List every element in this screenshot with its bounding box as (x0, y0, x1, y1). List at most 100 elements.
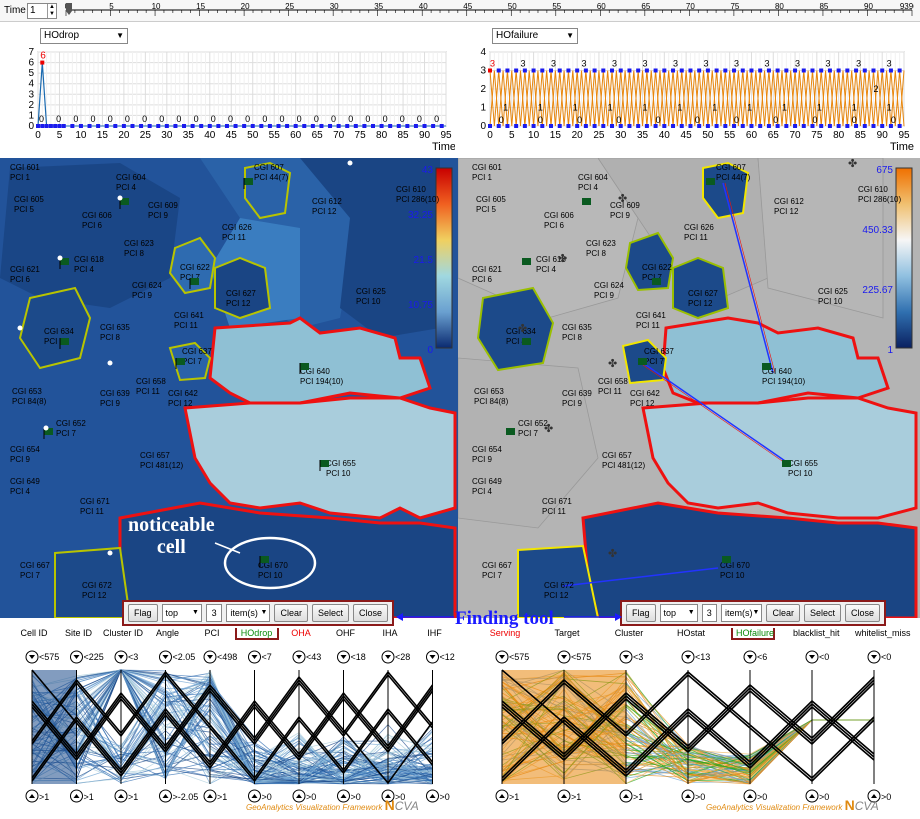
close-button[interactable]: Close (844, 604, 880, 622)
site-flag-icon[interactable] (582, 198, 591, 205)
site-flag-icon[interactable] (782, 460, 791, 467)
site-flag-icon[interactable] (722, 556, 731, 563)
count-input[interactable]: 3 (701, 604, 717, 622)
axis-name[interactable]: OHA (279, 628, 323, 638)
left-map[interactable]: 43 32.25 21.5 10.75 0 CGI 601 PCI 1 CGI 604 PCI… (0, 158, 458, 618)
site-flag-icon[interactable] (244, 178, 253, 185)
zero-label: 0 (245, 114, 250, 124)
data-marker (740, 124, 745, 128)
x-tick-label: 75 (811, 130, 823, 141)
count-input[interactable]: 3 (205, 604, 223, 622)
site-flag-icon[interactable] (762, 363, 771, 370)
close-button[interactable]: Close (352, 604, 388, 622)
zero-label: 0 (331, 114, 336, 124)
antenna-icon[interactable] (117, 195, 123, 201)
axis-min-label: >1 (217, 792, 227, 802)
data-marker (583, 68, 588, 73)
antenna-icon[interactable] (107, 360, 113, 366)
mode-value: top (165, 608, 179, 618)
site-flag-icon[interactable] (506, 428, 515, 435)
site-flag-icon[interactable] (638, 358, 647, 365)
site-flag-icon[interactable] (300, 363, 309, 370)
clear-button[interactable]: Clear (766, 604, 800, 622)
antenna-icon[interactable] (57, 255, 63, 261)
antenna-icon[interactable]: ✤ (618, 193, 627, 205)
x-tick-label: 70 (789, 130, 801, 141)
zero-label: 0 (125, 114, 130, 124)
axis-name[interactable]: PCI (190, 628, 234, 638)
antenna-icon[interactable]: ✤ (608, 548, 617, 560)
flag-button[interactable]: Flag (626, 604, 656, 622)
site-flag-icon[interactable] (522, 258, 531, 265)
data-marker (53, 124, 58, 128)
axis-name[interactable]: blacklist_hit (793, 628, 840, 638)
x-tick-label: 80 (833, 130, 845, 141)
time-thumb-icon[interactable] (66, 3, 72, 15)
right-parallel-coordinates[interactable]: <575>1<575>1<3>1<13>0<6>0<0>0<0>0 (462, 648, 920, 803)
left-parallel-coordinates[interactable]: <575 >1 <225 >1 <3 >1 <2.05 >-2.05 <498 >1 <7 >0 <43… (0, 648, 455, 803)
axis-name[interactable]: Cluster (607, 628, 651, 638)
x-tick-label: 5 (509, 130, 515, 141)
data-marker (557, 68, 562, 73)
axis-name[interactable]: Cluster ID (101, 628, 145, 638)
site-flag-icon[interactable] (522, 338, 531, 345)
axis-name[interactable]: IHA (368, 628, 412, 638)
site-flag-icon[interactable] (320, 460, 329, 467)
left-metric-dropdown[interactable]: HOdrop ▼ (40, 28, 128, 44)
antenna-icon[interactable]: ✤ (518, 323, 527, 335)
time-spinner[interactable]: 1 ▲ ▼ (27, 3, 57, 19)
antenna-icon[interactable]: ✤ (544, 423, 553, 435)
site-flag-icon[interactable] (652, 278, 661, 285)
mode-select[interactable]: top ▼ (659, 604, 698, 622)
brand-logo-n: N (384, 797, 395, 813)
site-flag-icon[interactable] (706, 178, 715, 185)
axis-name[interactable]: HOfailure (731, 628, 775, 640)
axis-name[interactable]: Angle (146, 628, 190, 638)
value-label: 0 (577, 115, 582, 125)
antenna-icon[interactable]: ✤ (848, 158, 857, 170)
antenna-icon[interactable] (17, 325, 23, 331)
zero-label: 0 (142, 114, 147, 124)
clear-button[interactable]: Clear (274, 604, 308, 622)
axis-name[interactable]: HOstat (669, 628, 713, 638)
site-flag-icon[interactable] (176, 358, 185, 365)
antenna-icon[interactable] (43, 425, 49, 431)
antenna-icon[interactable]: ✤ (608, 358, 617, 370)
axis-name[interactable]: HOdrop (234, 628, 279, 640)
data-marker (810, 68, 815, 73)
y-tick-label: 0 (28, 121, 34, 132)
data-marker (601, 68, 606, 73)
axis-name[interactable]: OHF (324, 628, 368, 638)
value-label: 1 (573, 103, 578, 113)
x-tick-label: 25 (593, 130, 605, 141)
select-button[interactable]: Select (311, 604, 349, 622)
time-ruler[interactable]: 0510152025303540455055606570758085909396 (64, 2, 914, 22)
value-label: 1 (643, 103, 648, 113)
axis-name[interactable]: Cell ID (12, 628, 56, 638)
data-marker (514, 124, 519, 128)
right-metric-dropdown[interactable]: HOfailure ▼ (492, 28, 578, 44)
axis-name[interactable]: Serving (483, 628, 527, 638)
site-flag-icon[interactable] (60, 338, 69, 345)
axis-name[interactable]: Target (545, 628, 589, 638)
site-flag-icon[interactable] (190, 278, 199, 285)
antenna-icon[interactable] (347, 160, 353, 166)
time-label: Time (4, 5, 26, 16)
x-tick-label: 40 (659, 130, 671, 141)
flag-button[interactable]: Flag (128, 604, 158, 622)
antenna-icon[interactable]: ✤ (558, 253, 567, 265)
axis-name[interactable]: whitelist_miss (855, 628, 911, 638)
unit-select[interactable]: item(s) ▼ (721, 604, 763, 622)
select-button[interactable]: Select (803, 604, 841, 622)
axis-name[interactable]: Site ID (57, 628, 101, 638)
antenna-icon[interactable] (107, 550, 113, 556)
right-map[interactable]: 675 450.33 225.67 1 CGI 601 PCI 1 CGI 604 PCI … (458, 158, 920, 618)
mode-select[interactable]: top ▼ (161, 604, 202, 622)
data-marker (242, 124, 247, 128)
data-marker (57, 124, 62, 128)
site-flag-icon[interactable] (260, 556, 269, 563)
unit-select[interactable]: item(s) ▼ (226, 604, 271, 622)
value-label: 3 (765, 59, 770, 69)
spinner-arrows-icon[interactable]: ▲ ▼ (47, 4, 56, 18)
axis-name[interactable]: IHF (413, 628, 457, 638)
